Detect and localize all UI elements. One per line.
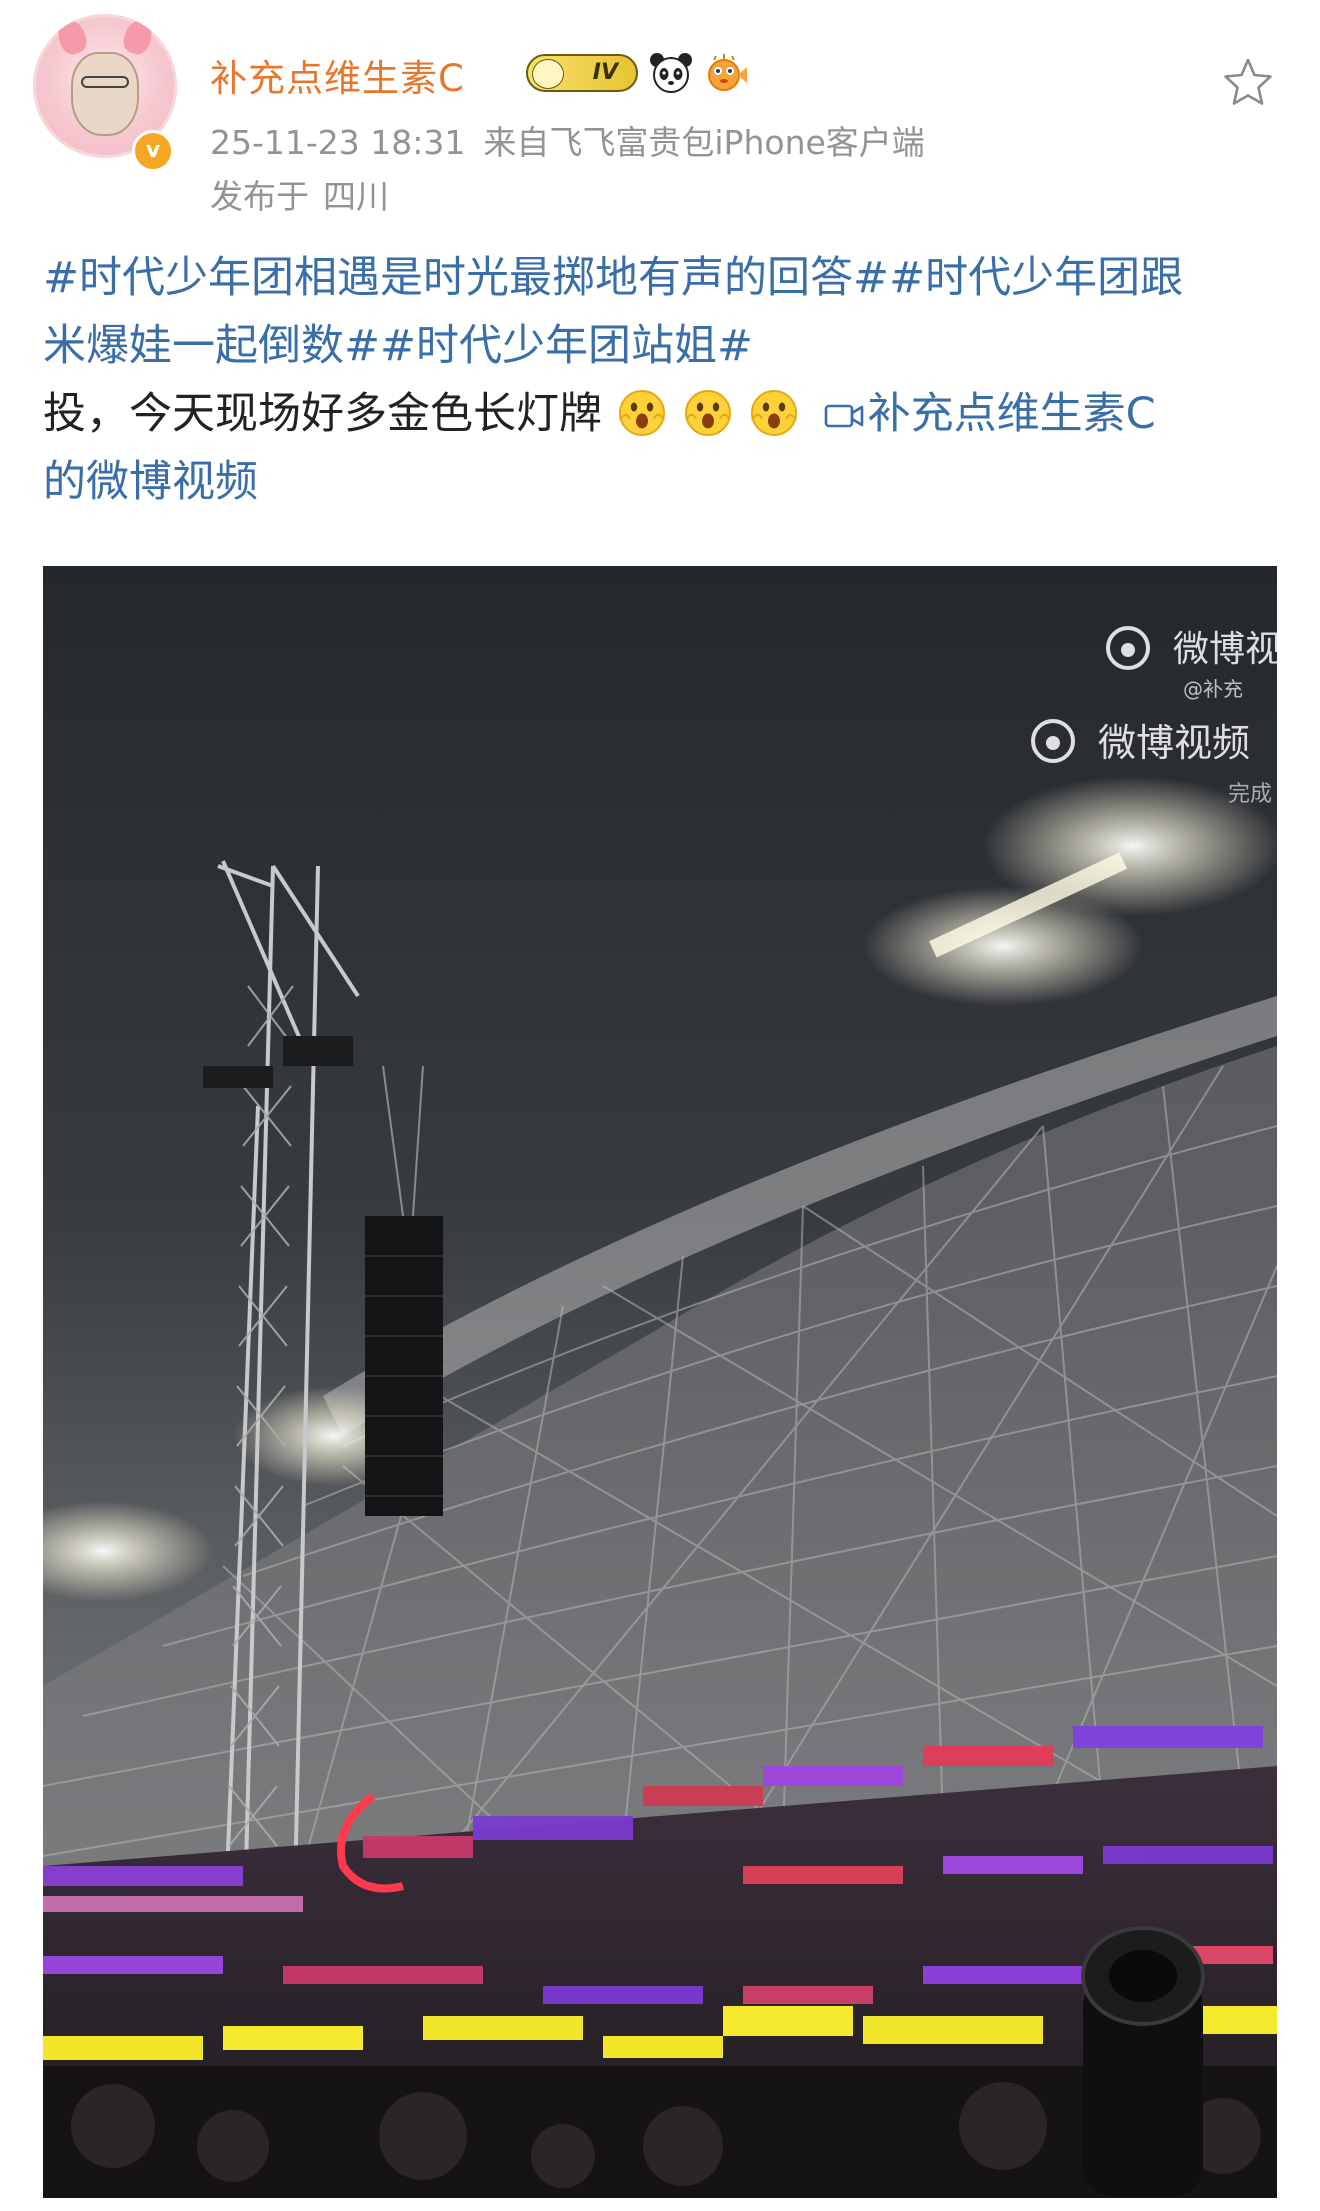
location-label: 发布于	[210, 177, 309, 216]
star-outline-icon[interactable]	[1222, 56, 1274, 108]
level-badge[interactable]: IV	[526, 54, 638, 92]
post-line-2: 米爆娃一起倒数##时代少年团站姐#	[43, 312, 1283, 380]
post-line-4: 的微博视频	[43, 448, 1283, 516]
post-body: #时代少年团相遇是时光最掷地有声的回答##时代少年团跟 米爆娃一起倒数##时代少…	[43, 244, 1283, 516]
watermark-secondary: 微博视频	[1098, 721, 1250, 765]
verified-badge: v	[132, 130, 174, 172]
post-text: 投，今天现场好多金色长灯牌	[43, 389, 602, 439]
video-link-1[interactable]: 补充点维生素C	[868, 389, 1156, 439]
watermark-handle: @补充	[1183, 677, 1243, 701]
video-camera-icon[interactable]	[824, 401, 864, 431]
username[interactable]: 补充点维生素C	[210, 48, 465, 102]
level-badge-icon	[532, 59, 564, 89]
shocked-face-icon	[618, 390, 665, 436]
video-link-2[interactable]: 的微博视频	[43, 457, 258, 507]
topic-link-3[interactable]: #时代少年团站姐#	[380, 321, 753, 371]
avatar-face	[71, 52, 139, 136]
shocked-face-icon	[684, 390, 731, 436]
post-video-thumbnail[interactable]: 微博视 @补充 微博视频 完成	[43, 566, 1277, 2198]
level-badge-label: IV	[592, 60, 618, 85]
post-line-1: #时代少年团相遇是时光最掷地有声的回答##时代少年团跟	[43, 244, 1283, 312]
post-source[interactable]: 来自飞飞富贵包iPhone客户端	[483, 123, 924, 162]
weibo-post: v 补充点维生素C IV 25-11-23 18:31 来自飞飞富贵包iPhone…	[0, 0, 1320, 2211]
panda-icon[interactable]	[648, 50, 694, 96]
topic-link-1[interactable]: #时代少年团相遇是时光最掷地有声的回答#	[43, 253, 889, 303]
shocked-face-icon	[750, 390, 797, 436]
post-location: 发布于 四川	[210, 170, 389, 218]
watermark-primary: 微博视	[1173, 629, 1277, 670]
topic-link-2a[interactable]: #时代少年团跟	[889, 253, 1183, 303]
watermark-cut: 完成	[1228, 782, 1272, 807]
topic-link-2b[interactable]: 米爆娃一起倒数#	[43, 321, 380, 371]
post-timestamp: 25-11-23 18:31	[210, 123, 466, 162]
stadium-scene: 微博视 @补充 微博视频 完成	[43, 566, 1277, 2198]
location-value: 四川	[323, 177, 389, 216]
puffer-fish-icon[interactable]	[702, 50, 748, 96]
post-meta: 25-11-23 18:31 来自飞飞富贵包iPhone客户端	[210, 116, 925, 164]
post-line-3: 投，今天现场好多金色长灯牌 补充点维生素C	[43, 380, 1283, 448]
